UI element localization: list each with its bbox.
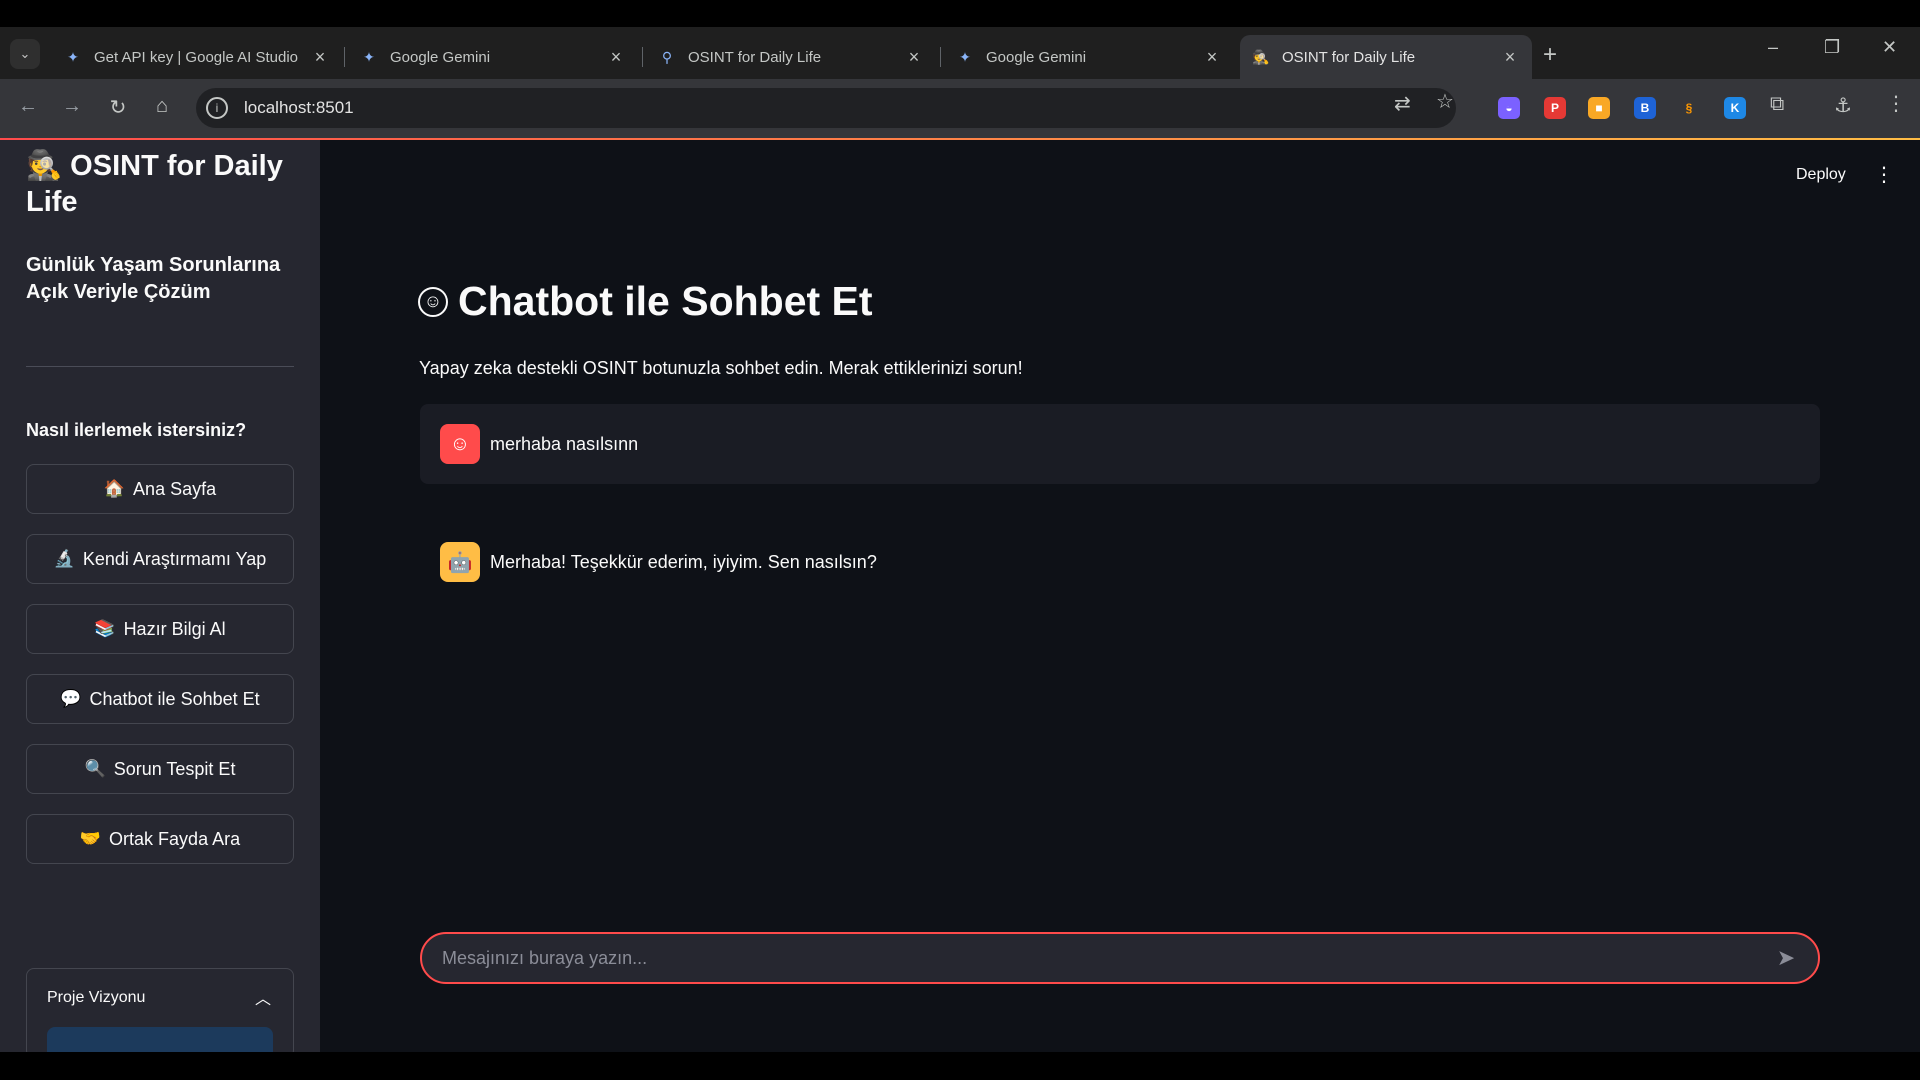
microscope-icon: 🔬 — [53, 549, 75, 568]
page-caption: Yapay zeka destekli OSINT botunuzla sohb… — [419, 358, 1023, 378]
nav-button-hazir-bilgi-al[interactable]: 📚 Hazır Bilgi Al — [26, 604, 294, 654]
sidebar-subtitle: Günlük Yaşam Sorunlarına Açık Veriyle Çö… — [26, 254, 281, 303]
streamlit-app: 🕵 OSINT for Daily Life Günlük Yaşam Soru… — [0, 140, 1920, 1067]
close-tab-icon[interactable]: × — [904, 47, 924, 68]
detective-icon: 🕵 — [26, 150, 71, 182]
translate-icon[interactable]: ⇄ — [1394, 91, 1411, 116]
extension-icon[interactable]: ■ — [1588, 97, 1610, 119]
main-menu-icon[interactable]: ⋮ — [1874, 162, 1894, 187]
site-info-icon[interactable]: i — [206, 97, 228, 119]
page-title: ☺ Chatbot ile Sohbet Et — [418, 278, 873, 325]
deploy-button[interactable]: Deploy — [1796, 166, 1846, 184]
speech-bubble-icon: 💬 — [60, 689, 82, 708]
tab-title: OSINT for Daily Life — [1282, 48, 1416, 66]
nav-button-label: Ortak Fayda Ara — [109, 828, 241, 849]
user-avatar-icon: ☺ — [440, 424, 480, 464]
tab-ai-studio[interactable]: ✦ Get API key | Google AI Studio × — [52, 35, 342, 79]
tab-strip: ⌄ ✦ Get API key | Google AI Studio × ✦ G… — [0, 27, 1920, 79]
sidebar: 🕵 OSINT for Daily Life Günlük Yaşam Soru… — [0, 140, 320, 1067]
profile-icon[interactable]: ⚓ — [1834, 93, 1852, 118]
tab-gemini-2[interactable]: ✦ Google Gemini × — [944, 35, 1234, 79]
tab-title: Google Gemini — [986, 48, 1087, 66]
extension-icon[interactable]: P — [1544, 97, 1566, 119]
browser-menu-icon[interactable]: ⋮ — [1886, 91, 1906, 116]
extension-icon[interactable]: B — [1634, 97, 1656, 119]
home-icon[interactable]: ⌂ — [148, 95, 176, 118]
divider — [26, 366, 294, 367]
chevron-down-icon: ⌄ — [19, 46, 31, 61]
extension-icon[interactable]: § — [1678, 97, 1700, 119]
chat-message-text: Merhaba! Teşekkür ederim, iyiyim. Sen na… — [490, 551, 877, 572]
page-title-text: Chatbot ile Sohbet Et — [458, 278, 873, 324]
chat-message-assistant: 🤖 Merhaba! Teşekkür ederim, iyiyim. Sen … — [420, 522, 1820, 602]
tab-separator — [344, 47, 345, 67]
back-icon[interactable]: ← — [14, 95, 42, 118]
bot-avatar-icon: 🤖 — [440, 542, 480, 582]
tab-separator — [940, 47, 941, 67]
detective-icon: 🕵 — [1252, 48, 1270, 65]
nav-button-sorun-tespit-et[interactable]: 🔍 Sorun Tespit Et — [26, 744, 294, 794]
nav-button-label: Chatbot ile Sohbet Et — [89, 688, 260, 709]
nav-button-ana-sayfa[interactable]: 🏠 Ana Sayfa — [26, 464, 294, 514]
nav-button-label: Kendi Araştırmamı Yap — [82, 548, 267, 569]
address-bar[interactable]: i localhost:8501 — [196, 88, 1456, 128]
nav-button-label: Ana Sayfa — [133, 478, 217, 499]
gemini-icon: ✦ — [959, 48, 971, 65]
gemini-icon: ✦ — [363, 48, 375, 65]
url-text: localhost:8501 — [244, 98, 354, 117]
close-tab-icon[interactable]: × — [310, 47, 330, 68]
send-icon[interactable]: ➤ — [1766, 945, 1806, 971]
new-tab-button[interactable]: + — [1543, 41, 1557, 69]
browser-chrome: ⌄ ✦ Get API key | Google AI Studio × ✦ G… — [0, 27, 1920, 140]
minimize-icon[interactable]: – — [1768, 37, 1778, 58]
tab-title: OSINT for Daily Life — [688, 48, 822, 66]
chat-message-user: ☺ merhaba nasılsınn — [420, 404, 1820, 484]
tab-osint-1[interactable]: ⚲ OSINT for Daily Life × — [646, 35, 936, 79]
expander-label: Proje Vizyonu — [47, 989, 146, 1006]
tab-title: Get API key | Google AI Studio — [94, 48, 299, 66]
nav-button-ortak-fayda-ara[interactable]: 🤝 Ortak Fayda Ara — [26, 814, 294, 864]
books-icon: 📚 — [94, 619, 116, 638]
forward-icon[interactable]: → — [58, 95, 86, 118]
tab-search-button[interactable]: ⌄ — [10, 39, 40, 69]
sidebar-title: 🕵 OSINT for Daily Life — [26, 148, 296, 220]
tab-gemini-1[interactable]: ✦ Google Gemini × — [348, 35, 638, 79]
proje-vizyonu-expander[interactable]: Proje Vizyonu ︿ — [26, 968, 294, 1067]
chat-message-text: merhaba nasılsınn — [490, 433, 639, 454]
extensions-puzzle-icon[interactable]: ⧉ — [1770, 93, 1784, 116]
nav-button-label: Sorun Tespit Et — [113, 758, 236, 779]
close-window-icon[interactable]: ✕ — [1882, 37, 1897, 58]
search-icon: ⚲ — [661, 48, 673, 65]
tab-title: Google Gemini — [390, 48, 491, 66]
nav-button-kendi-arastirmami-yap[interactable]: 🔬 Kendi Araştırmamı Yap — [26, 534, 294, 584]
close-tab-icon[interactable]: × — [1202, 47, 1222, 68]
nav-button-label: Hazır Bilgi Al — [123, 618, 226, 639]
bookmark-star-icon[interactable]: ☆ — [1436, 89, 1454, 114]
nav-button-chatbot-ile-sohbet-et[interactable]: 💬 Chatbot ile Sohbet Et — [26, 674, 294, 724]
ai-studio-icon: ✦ — [67, 48, 79, 65]
close-tab-icon[interactable]: × — [606, 47, 626, 68]
extension-icon[interactable]: ◒ — [1498, 97, 1520, 119]
close-tab-icon[interactable]: × — [1500, 47, 1520, 68]
sidebar-question: Nasıl ilerlemek istersiniz? — [26, 420, 247, 440]
chat-face-icon: ☺ — [418, 286, 448, 317]
extension-icon[interactable]: K — [1724, 97, 1746, 119]
magnifier-icon: 🔍 — [84, 759, 106, 778]
restore-icon[interactable]: ❐ — [1824, 37, 1840, 58]
tab-osint-active[interactable]: 🕵 OSINT for Daily Life × — [1240, 35, 1532, 79]
screen-bottom-bar — [0, 1052, 1920, 1080]
chat-input[interactable]: ➤ — [420, 932, 1820, 984]
chat-input-field[interactable] — [442, 947, 1766, 969]
reload-icon[interactable]: ↻ — [104, 95, 132, 120]
home-icon: 🏠 — [103, 479, 126, 498]
browser-toolbar: ← → ↻ ⌂ i localhost:8501 ⇄ ☆ ◒ P ■ B § K… — [0, 79, 1920, 138]
tab-separator — [642, 47, 643, 67]
chevron-up-icon[interactable]: ︿ — [255, 985, 271, 1009]
handshake-icon: 🤝 — [79, 829, 102, 848]
